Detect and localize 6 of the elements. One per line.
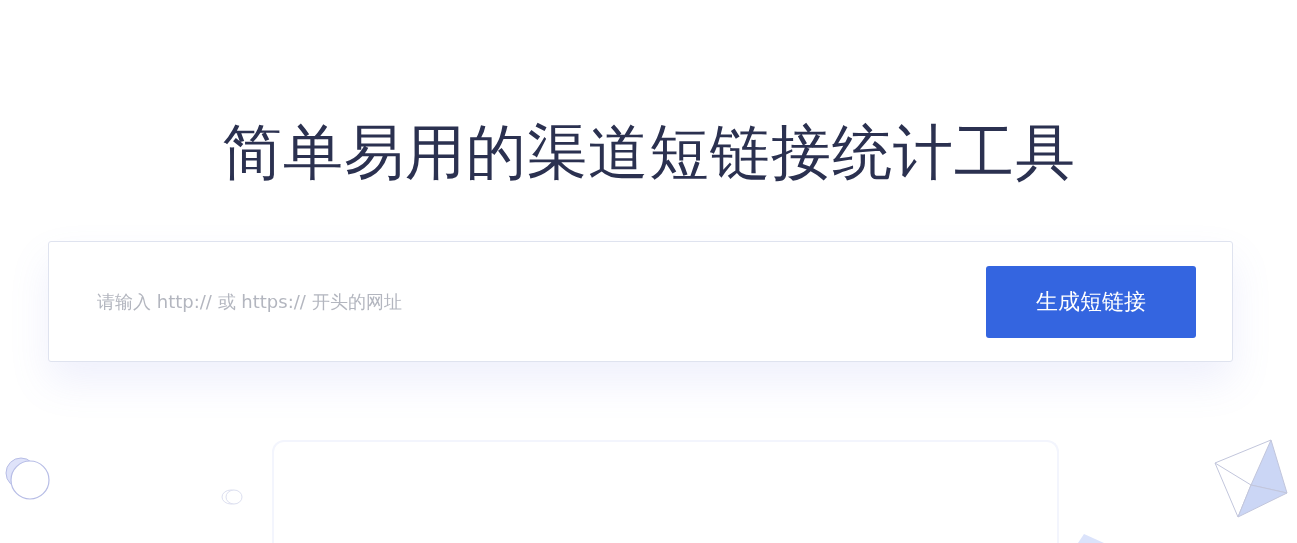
ring-decoration-icon [221, 488, 245, 506]
page-title: 简单易用的渠道短链接统计工具 [220, 116, 1077, 189]
url-input-field[interactable]: 请输入 http:// 或 https:// 开头的网址 [95, 290, 799, 313]
generate-button[interactable]: 生成短链接 [986, 265, 1196, 338]
circle-decoration-icon [3, 455, 51, 501]
triangle-decoration-icon [1214, 438, 1288, 520]
